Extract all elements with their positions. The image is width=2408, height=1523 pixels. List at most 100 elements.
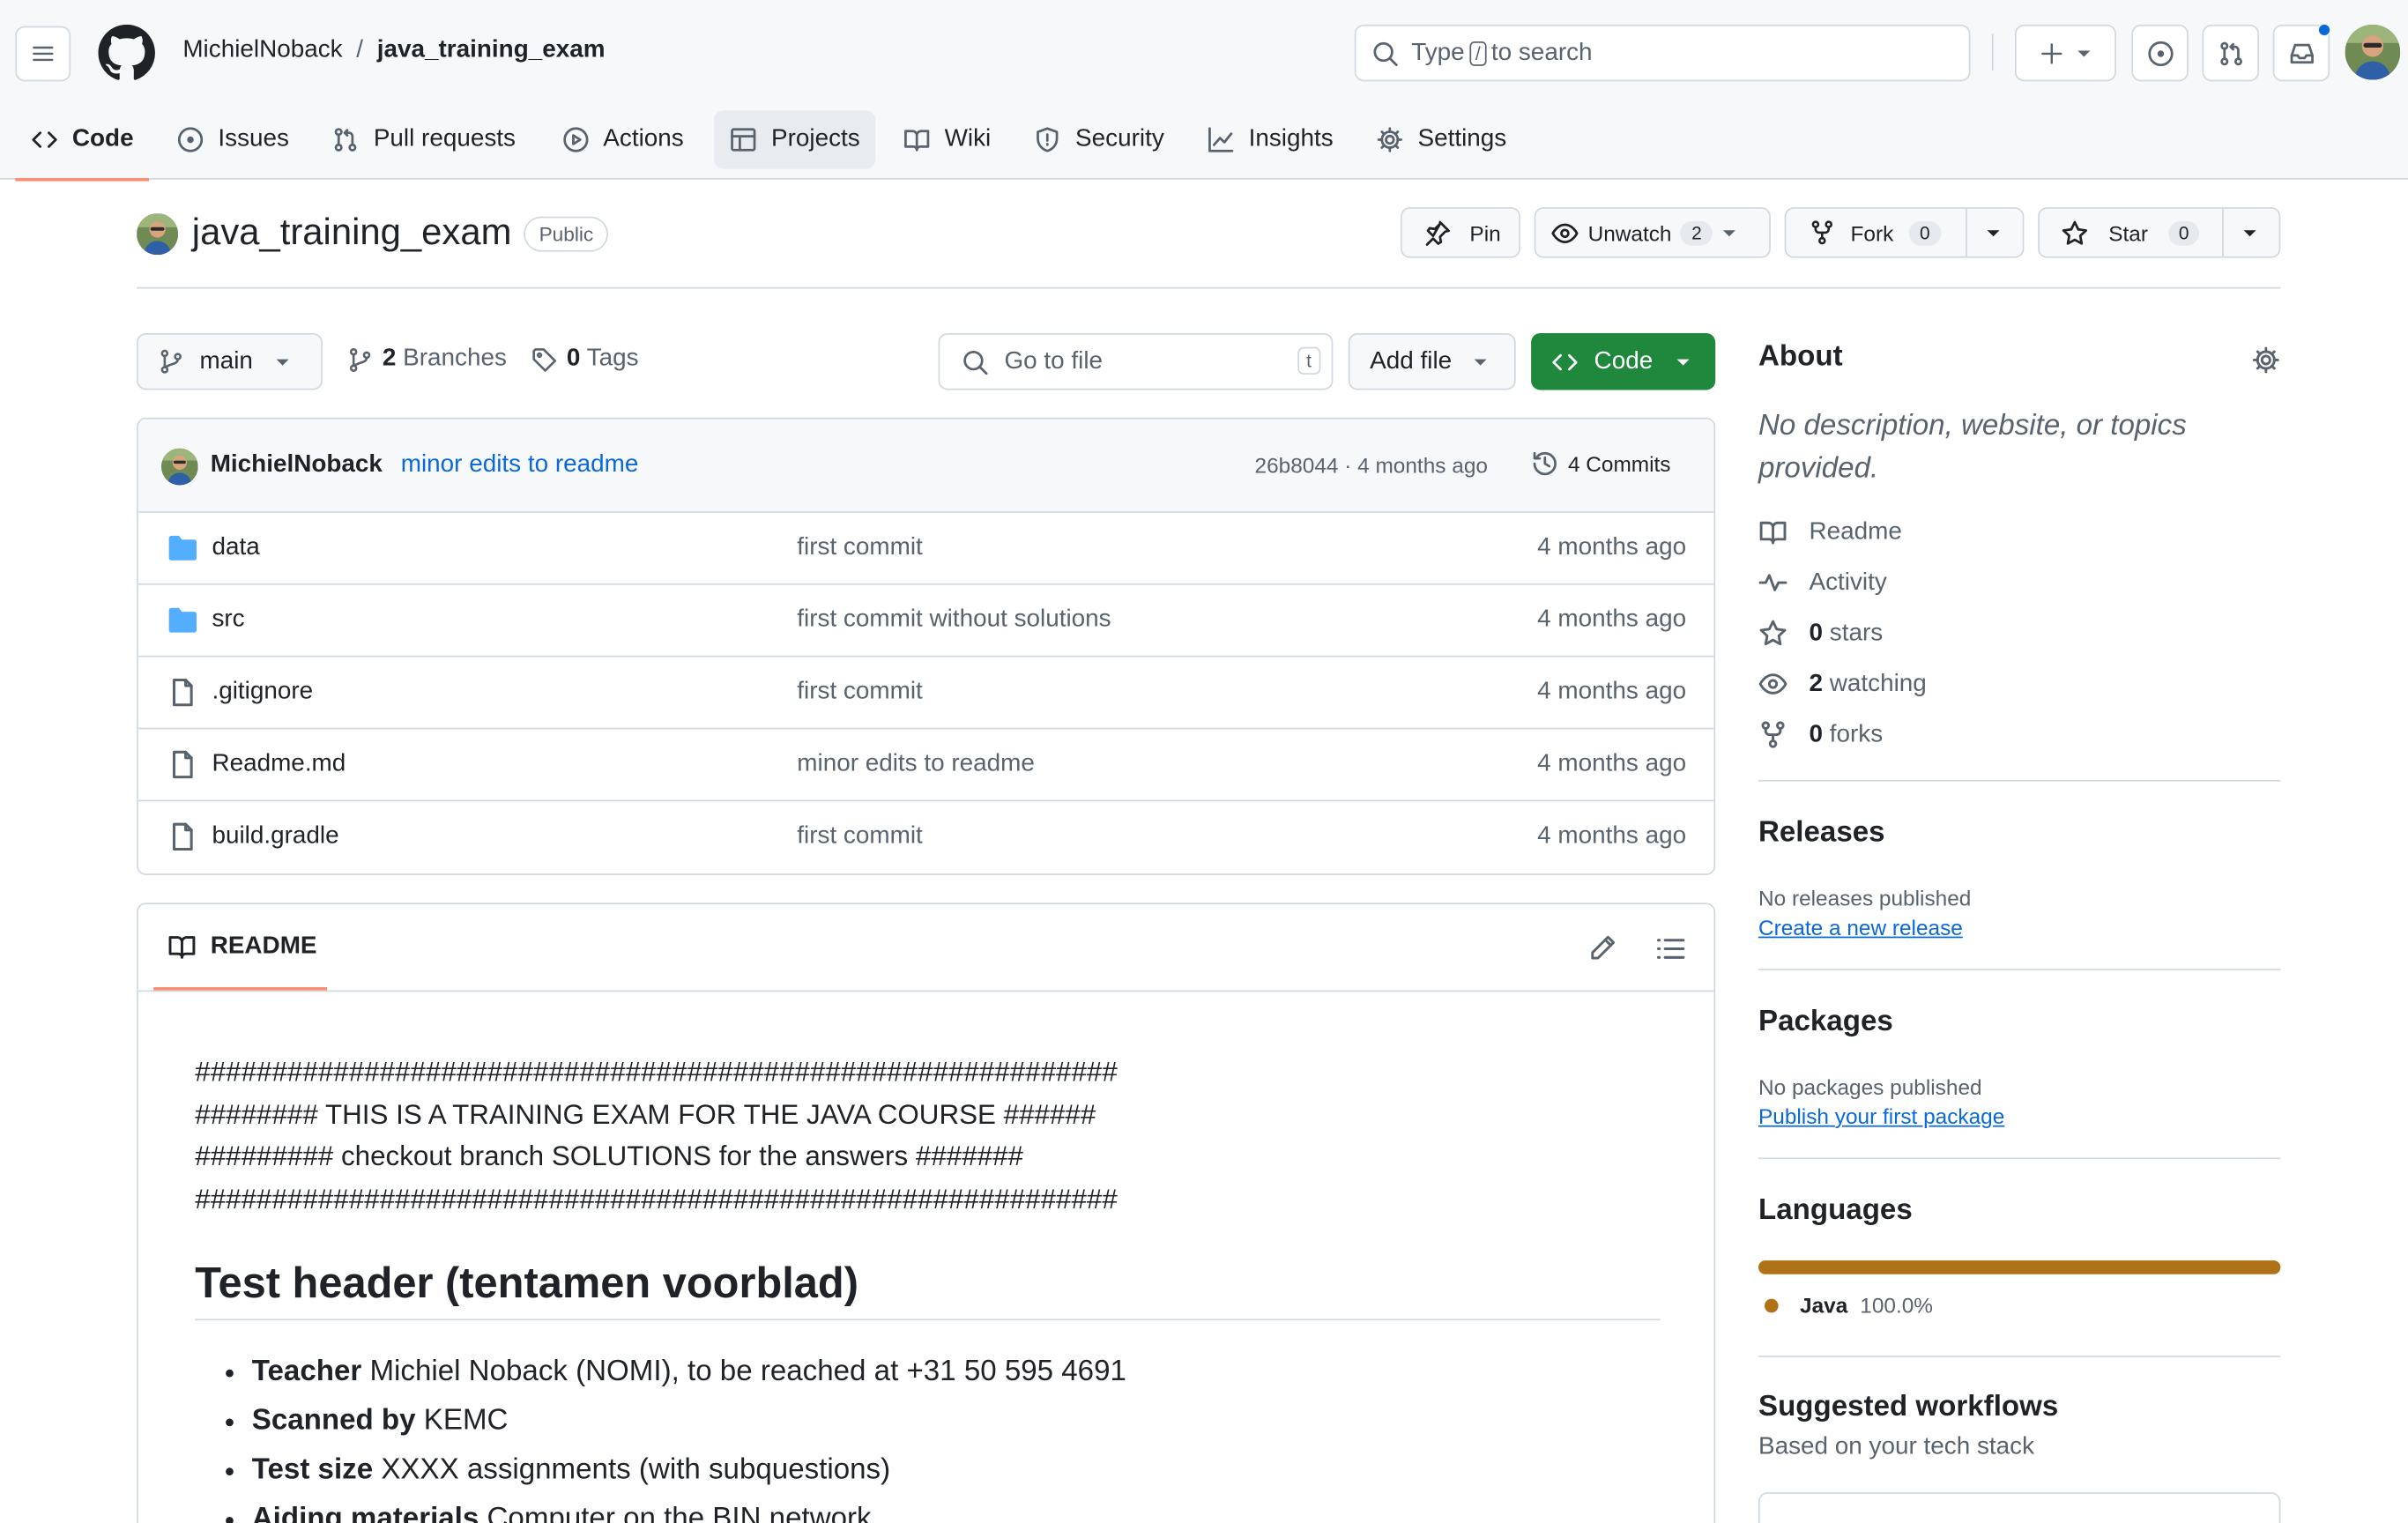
releases-heading[interactable]: Releases <box>1758 817 2280 851</box>
language-bar <box>1758 1260 2281 1274</box>
file-row[interactable]: .gitignore first commit 4 months ago <box>137 657 1714 730</box>
avatar-image <box>137 213 179 256</box>
pull-requests-button[interactable] <box>2202 24 2259 82</box>
list-icon <box>1656 939 1685 959</box>
tab-pull-requests[interactable]: Pull requests <box>316 110 531 168</box>
caret-down-icon <box>276 358 289 365</box>
book-icon <box>904 130 930 152</box>
repo-link[interactable]: java_training_exam <box>377 37 606 64</box>
owner-link[interactable]: MichielNoback <box>182 37 342 64</box>
book-icon <box>168 936 196 959</box>
branch-selector[interactable]: main <box>137 333 323 390</box>
create-release-link[interactable]: Create a new release <box>1758 915 2280 940</box>
file-name[interactable]: build.gradle <box>212 823 338 851</box>
file-age: 4 months ago <box>1537 750 1687 777</box>
repo-title[interactable]: java_training_exam <box>192 212 512 255</box>
repo-title-bar: java_training_exam Public Pin Unwatch 2 … <box>137 199 2281 289</box>
avatar-image <box>160 448 198 486</box>
tab-actions[interactable]: Actions <box>546 110 699 168</box>
edit-readme-button[interactable] <box>1588 933 1617 962</box>
code-button[interactable]: Code <box>1531 333 1716 390</box>
user-avatar[interactable] <box>2345 24 2401 80</box>
tab-issues[interactable]: Issues <box>161 110 304 168</box>
file-commit-message[interactable]: first commit <box>797 534 922 561</box>
search-placeholder: Type / to search <box>1411 39 1593 66</box>
file-row[interactable]: data first commit 4 months ago <box>137 513 1714 585</box>
go-to-file-input[interactable]: Go to file t <box>938 333 1334 390</box>
commit-author[interactable]: MichielNoback <box>211 451 383 479</box>
tab-label: Wiki <box>944 125 992 152</box>
caret-down-icon <box>1723 229 1736 236</box>
file-name[interactable]: data <box>212 534 259 561</box>
commit-author-avatar[interactable] <box>160 448 198 486</box>
code-icon <box>1552 353 1578 370</box>
file-name[interactable]: src <box>212 606 244 634</box>
tab-projects[interactable]: Projects <box>714 110 876 169</box>
tab-code[interactable]: Code <box>15 110 150 182</box>
github-logo[interactable] <box>98 24 155 81</box>
add-file-button[interactable]: Add file <box>1348 333 1516 390</box>
activity-link[interactable]: Activity <box>1758 557 2280 607</box>
publish-package-link[interactable]: Publish your first package <box>1758 1103 2280 1128</box>
add-file-label: Add file <box>1370 347 1453 375</box>
notification-dot <box>2317 23 2331 37</box>
fork-button[interactable]: Fork 0 <box>1784 207 2025 258</box>
watching-link[interactable]: 2 watching <box>1758 658 2280 709</box>
tab-label: Pull requests <box>373 125 516 152</box>
tab-settings[interactable]: Settings <box>1361 110 1522 168</box>
table-icon <box>731 128 756 152</box>
file-name[interactable]: .gitignore <box>212 679 313 706</box>
book-icon <box>1759 521 1787 545</box>
readme-tab[interactable]: README <box>167 932 317 961</box>
eye-icon <box>1758 673 1787 695</box>
readme-link[interactable]: Readme <box>1758 507 2280 557</box>
pin-button[interactable]: Pin <box>1401 207 1520 258</box>
search-shortcut-key: / <box>1468 41 1487 66</box>
search-input[interactable]: Type / to search <box>1354 24 1971 82</box>
commits-link[interactable]: 4 Commits <box>1531 449 1671 477</box>
branches-link[interactable]: 2 Branches <box>347 345 507 373</box>
file-name[interactable]: Readme.md <box>212 751 346 778</box>
readme-panel: README #################################… <box>137 903 1716 1523</box>
stars-link[interactable]: 0 stars <box>1758 608 2280 658</box>
repo-sidebar: About No description, website, or topics… <box>1758 341 2281 1523</box>
fork-icon <box>1811 220 1832 245</box>
graph-icon <box>1208 127 1234 152</box>
workflows-section: Suggested workflows Based on your tech s… <box>1758 1356 2281 1523</box>
readme-content: ########################################… <box>195 1051 1661 1523</box>
star-dropdown[interactable] <box>2222 208 2276 256</box>
file-row[interactable]: src first commit without solutions 4 mon… <box>137 585 1714 657</box>
workflow-card[interactable] <box>1758 1492 2281 1523</box>
file-commit-message[interactable]: first commit <box>797 679 922 706</box>
tab-insights[interactable]: Insights <box>1192 110 1349 168</box>
tab-wiki[interactable]: Wiki <box>888 110 1007 168</box>
file-row[interactable]: Readme.md minor edits to readme 4 months… <box>137 729 1714 802</box>
unwatch-button[interactable]: Unwatch 2 <box>1534 207 1771 258</box>
commit-message[interactable]: minor edits to readme <box>401 451 639 479</box>
commit-sha-age[interactable]: 26b8044 · 4 months ago <box>1254 453 1487 478</box>
star-button[interactable]: Star 0 <box>2038 207 2281 258</box>
folder-icon <box>168 535 197 561</box>
tab-label: Issues <box>218 125 289 152</box>
menu-button[interactable] <box>15 26 71 82</box>
fork-dropdown[interactable] <box>1966 208 2019 256</box>
breadcrumb: MichielNoback / java_training_exam <box>182 37 605 64</box>
edit-about-button[interactable] <box>2251 345 2280 375</box>
create-new-button[interactable] <box>2014 24 2116 82</box>
shield-icon <box>1037 127 1059 152</box>
tags-link[interactable]: 0 Tags <box>531 345 639 373</box>
packages-heading[interactable]: Packages <box>1758 1006 2280 1039</box>
outline-button[interactable] <box>1655 933 1686 964</box>
issues-button[interactable] <box>2131 24 2189 82</box>
language-color-dot <box>1764 1297 1779 1312</box>
file-commit-message[interactable]: first commit without solutions <box>797 606 1111 634</box>
language-java[interactable]: Java 100.0% <box>1758 1293 2280 1318</box>
file-commit-message[interactable]: first commit <box>797 823 922 851</box>
branch-icon <box>160 349 182 374</box>
forks-link[interactable]: 0 forks <box>1758 709 2280 760</box>
tab-security[interactable]: Security <box>1019 110 1180 168</box>
pull-request-icon <box>2219 41 2242 65</box>
file-row[interactable]: build.gradle first commit 4 months ago <box>138 801 1714 873</box>
file-commit-message[interactable]: minor edits to readme <box>797 751 1035 778</box>
owner-avatar[interactable] <box>137 213 179 256</box>
